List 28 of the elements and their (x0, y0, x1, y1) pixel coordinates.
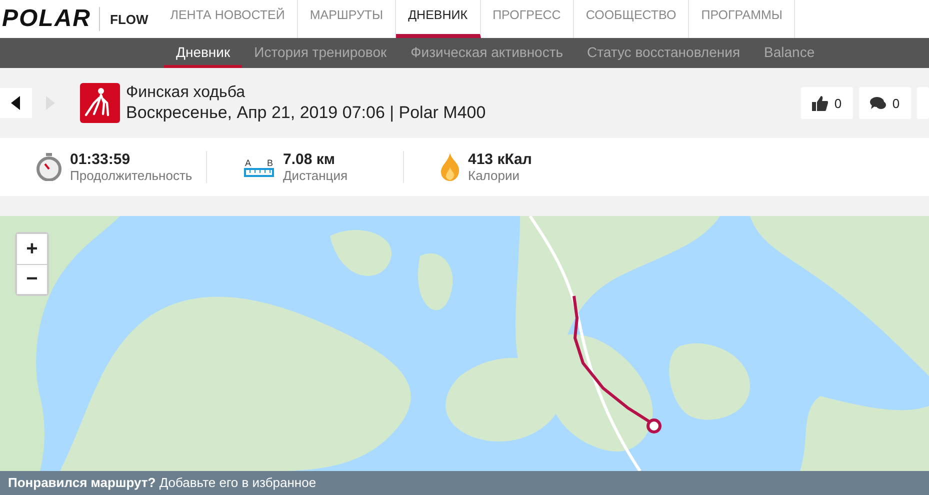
subnav-tab[interactable]: Статус восстановления (575, 38, 752, 68)
subnav-tab[interactable]: Balance (752, 38, 827, 68)
subnav-tab[interactable]: Физическая активность (398, 38, 576, 68)
walker-icon (80, 83, 120, 123)
subnav-tab[interactable]: Дневник (164, 38, 242, 68)
activity-title: Финская ходьба (126, 83, 246, 103)
polar-logo[interactable]: POLAR (0, 7, 100, 31)
flow-label: FLOW (109, 12, 150, 26)
location-pin-icon (646, 418, 662, 434)
stat-value: 7.08 км (283, 151, 336, 168)
stopwatch-icon (36, 153, 62, 181)
map-drawing[interactable] (0, 216, 929, 471)
subnav-tab[interactable]: История тренировок (242, 38, 399, 68)
previous-button[interactable] (0, 88, 32, 118)
stat-value: 413 кКал (468, 151, 532, 168)
speech-bubbles-icon (870, 96, 886, 110)
stat-label: Продолжительность (70, 168, 192, 183)
zoom-out-button[interactable]: − (17, 264, 47, 294)
stat-label: Дистанция (283, 168, 348, 183)
flame-icon (440, 153, 460, 181)
activity-subtitle: Воскресенье, Апр 21, 2019 07:06 | Polar M400 (126, 103, 486, 123)
favorite-route-banner: Понравился маршрут? Добавьте его в избранное (0, 471, 929, 495)
thumbs-up-icon (812, 96, 828, 110)
stat-label: Калории (468, 168, 521, 183)
stat-value: 01:33:59 (70, 151, 132, 168)
left-arrow-icon (11, 96, 21, 110)
like-button[interactable]: 0 (801, 87, 853, 119)
comment-button[interactable]: 0 (859, 87, 911, 119)
